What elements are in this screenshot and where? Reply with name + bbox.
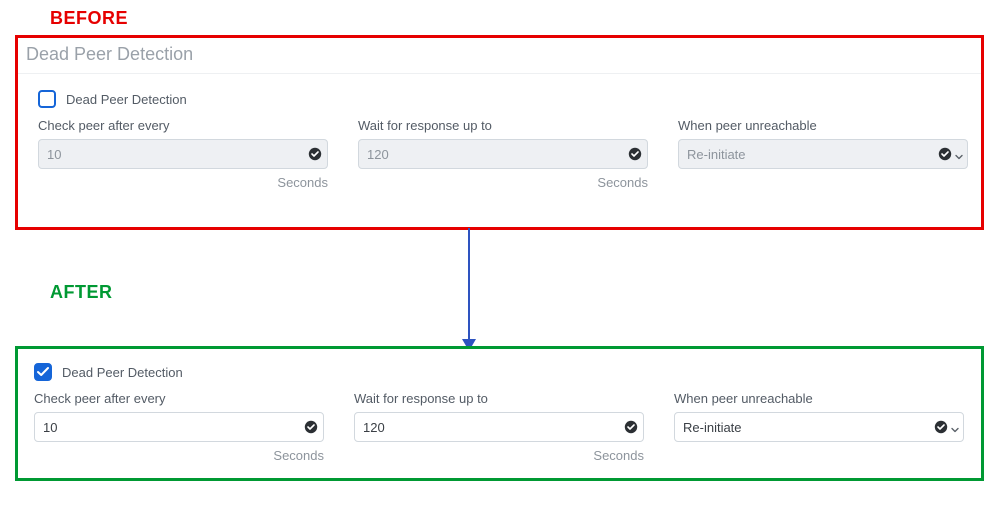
check-peer-input[interactable] bbox=[34, 412, 324, 442]
field-row: Check peer after every Seconds Wait for … bbox=[18, 391, 981, 471]
when-unreachable-select[interactable] bbox=[674, 412, 964, 442]
dpd-checkbox[interactable] bbox=[38, 90, 56, 108]
wait-response-input-wrap bbox=[358, 139, 648, 169]
check-peer-input-wrap bbox=[38, 139, 328, 169]
wait-response-label: Wait for response up to bbox=[358, 118, 648, 133]
check-peer-label: Check peer after every bbox=[38, 118, 328, 133]
dpd-checkbox-label: Dead Peer Detection bbox=[66, 92, 187, 107]
before-panel: Dead Peer Detection Dead Peer Detection … bbox=[15, 35, 984, 230]
dpd-checkbox-row: Dead Peer Detection bbox=[18, 349, 981, 391]
check-peer-field: Check peer after every Seconds bbox=[38, 118, 328, 190]
check-icon bbox=[37, 366, 49, 378]
check-peer-unit: Seconds bbox=[34, 448, 324, 463]
dpd-checkbox[interactable] bbox=[34, 363, 52, 381]
check-peer-input[interactable] bbox=[38, 139, 328, 169]
dpd-checkbox-row: Dead Peer Detection bbox=[18, 74, 981, 118]
dpd-checkbox-label: Dead Peer Detection bbox=[62, 365, 183, 380]
when-unreachable-select[interactable] bbox=[678, 139, 968, 169]
field-row: Check peer after every Seconds Wait for … bbox=[18, 118, 981, 198]
wait-response-input-wrap bbox=[354, 412, 644, 442]
check-peer-unit: Seconds bbox=[38, 175, 328, 190]
when-unreachable-field: When peer unreachable bbox=[674, 391, 964, 463]
after-panel: Dead Peer Detection Check peer after eve… bbox=[15, 346, 984, 481]
when-unreachable-field: When peer unreachable bbox=[678, 118, 968, 190]
when-unreachable-select-wrap bbox=[674, 412, 964, 442]
wait-response-label: Wait for response up to bbox=[354, 391, 644, 406]
check-peer-input-wrap bbox=[34, 412, 324, 442]
wait-response-unit: Seconds bbox=[354, 448, 644, 463]
wait-response-field: Wait for response up to Seconds bbox=[358, 118, 648, 190]
after-heading: AFTER bbox=[50, 282, 113, 303]
wait-response-input[interactable] bbox=[354, 412, 644, 442]
section-title: Dead Peer Detection bbox=[18, 38, 981, 74]
check-peer-field: Check peer after every Seconds bbox=[34, 391, 324, 463]
arrow-line bbox=[468, 228, 470, 343]
wait-response-input[interactable] bbox=[358, 139, 648, 169]
when-unreachable-label: When peer unreachable bbox=[674, 391, 964, 406]
when-unreachable-select-wrap bbox=[678, 139, 968, 169]
wait-response-unit: Seconds bbox=[358, 175, 648, 190]
check-peer-label: Check peer after every bbox=[34, 391, 324, 406]
wait-response-field: Wait for response up to Seconds bbox=[354, 391, 644, 463]
before-heading: BEFORE bbox=[50, 8, 128, 29]
when-unreachable-label: When peer unreachable bbox=[678, 118, 968, 133]
